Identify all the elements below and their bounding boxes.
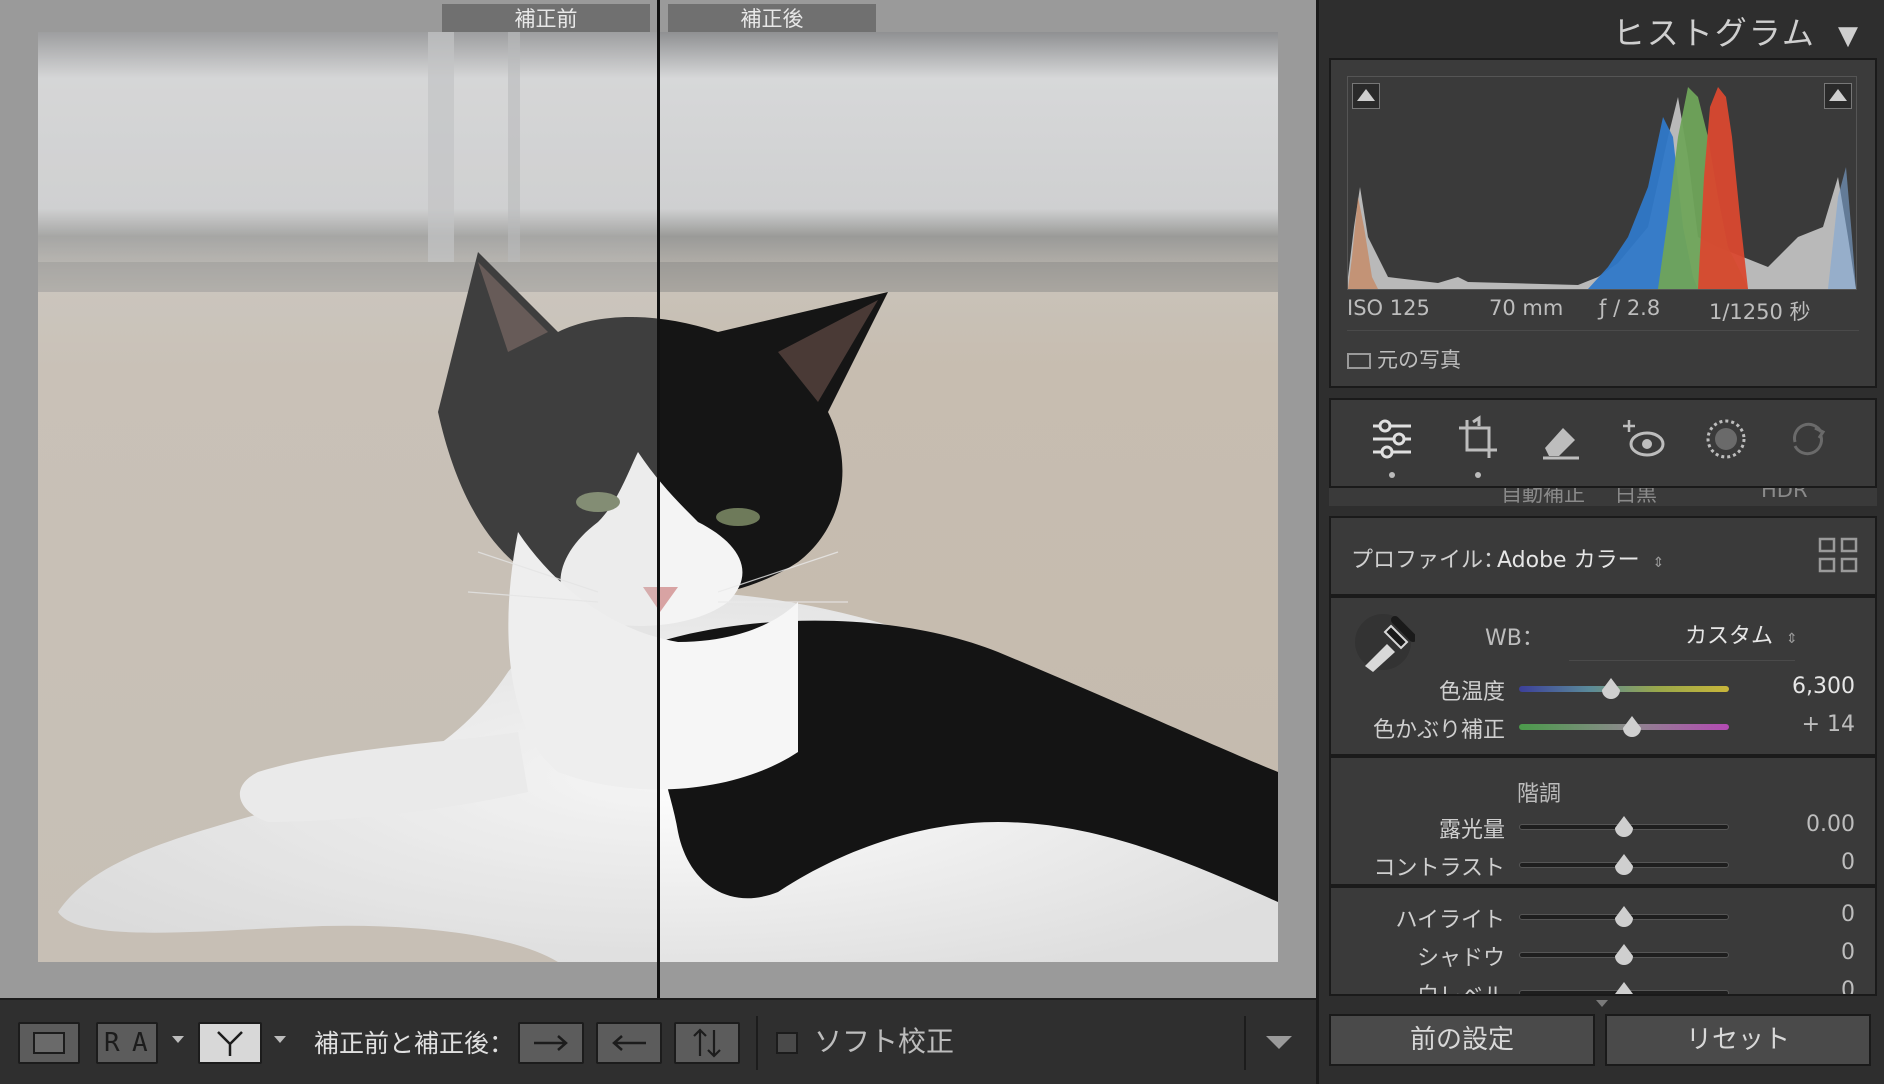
crop-edited-dot <box>1475 472 1481 478</box>
profile-select[interactable]: Adobe カラー ⇕ <box>1497 542 1664 574</box>
tone-section: 階調 露光量 0.00 コントラスト 0 <box>1329 756 1877 886</box>
hdr-button-partial[interactable]: HDR <box>1761 488 1808 502</box>
whites-label: 白レベル <box>1331 978 1505 994</box>
reset-button[interactable]: リセット <box>1605 1014 1871 1066</box>
shadows-slider-thumb[interactable] <box>1613 944 1635 968</box>
loupe-icon <box>33 1032 65 1054</box>
tint-label: 色かぶり補正 <box>1372 718 1505 743</box>
soft-proof-label: ソフト校正 <box>814 1025 955 1058</box>
original-photo-label: 元の写真 <box>1377 348 1461 372</box>
profile-value: Adobe カラー <box>1497 548 1640 573</box>
exposure-label: 露光量 <box>1438 818 1505 843</box>
exposure-value[interactable]: 0.00 <box>1806 812 1855 837</box>
bottom-toolbar: R A 補正前と補正後： ソフト校正 <box>0 998 1316 1084</box>
whites-value[interactable]: 0 <box>1841 978 1855 994</box>
exif-focal-length: 70 mm <box>1489 296 1564 320</box>
highlights-slider-thumb[interactable] <box>1613 906 1635 930</box>
reference-view-button[interactable]: R A <box>96 1022 158 1064</box>
temp-slider-thumb[interactable] <box>1600 678 1622 702</box>
healing-eraser-icon[interactable] <box>1535 414 1585 464</box>
before-after-divider[interactable] <box>657 0 660 998</box>
contrast-label: コントラスト <box>1373 856 1505 881</box>
split-y-icon <box>217 1031 243 1056</box>
highlight-clipping-button[interactable] <box>1824 83 1852 109</box>
shadows-value[interactable]: 0 <box>1841 940 1855 965</box>
swap-vertical-icon <box>693 1028 721 1058</box>
profile-browser-grid-icon[interactable] <box>1817 536 1859 576</box>
profile-stepper-icon: ⇕ <box>1652 555 1665 571</box>
highlight-clip-triangle-icon <box>1829 89 1847 101</box>
tint-value[interactable]: + 14 <box>1802 712 1855 737</box>
loupe-view-button[interactable] <box>18 1022 80 1064</box>
tint-slider-thumb[interactable] <box>1621 716 1643 740</box>
contrast-value[interactable]: 0 <box>1841 850 1855 875</box>
previous-settings-button[interactable]: 前の設定 <box>1329 1014 1595 1066</box>
temp-value[interactable]: 6,300 <box>1792 674 1855 699</box>
reference-letter-a: A <box>132 1028 148 1058</box>
histogram-panel: ISO 125 70 mm ƒ / 2.8 1/1250 秒 元の写真 <box>1329 58 1877 388</box>
tool-strip <box>1329 398 1877 488</box>
reference-letter-r: R <box>104 1028 120 1058</box>
treatment-buttons-row: 自動補正 白黒 HDR <box>1329 488 1877 506</box>
before-after-menu-caret-icon[interactable] <box>274 1036 286 1043</box>
red-eye-icon[interactable] <box>1619 414 1669 464</box>
after-label: 補正後 <box>668 4 876 34</box>
temp-label: 色温度 <box>1438 680 1505 705</box>
edit-sliders-icon[interactable] <box>1367 414 1417 464</box>
photo-view-area: 補正前 補正後 <box>0 0 1316 998</box>
copy-after-to-before-button[interactable] <box>596 1022 662 1064</box>
bw-button-partial[interactable]: 白黒 <box>1615 488 1657 506</box>
toolbar-divider <box>756 1016 758 1070</box>
arrow-left-icon <box>612 1035 646 1051</box>
arrow-right-icon <box>534 1035 568 1051</box>
preset-sync-icon[interactable] <box>1783 414 1833 464</box>
crop-icon[interactable] <box>1453 414 1503 464</box>
histogram-header[interactable]: ヒストグラム ▼ <box>1613 8 1860 54</box>
histogram-graph[interactable] <box>1347 76 1857 290</box>
before-after-label: 補正前と補正後： <box>314 1029 515 1058</box>
contrast-slider-thumb[interactable] <box>1613 854 1635 878</box>
collapse-triangle-icon[interactable]: ▼ <box>1838 21 1860 51</box>
swap-before-after-button[interactable] <box>674 1022 740 1064</box>
reference-menu-caret-icon[interactable] <box>172 1036 184 1043</box>
histogram-divider <box>1347 330 1859 331</box>
soft-proof-checkbox[interactable] <box>776 1032 798 1054</box>
white-balance-section: WB： カスタム ⇕ 色温度 6,300 色かぶり補正 + 14 <box>1329 596 1877 756</box>
shadow-clipping-button[interactable] <box>1352 83 1380 109</box>
wb-label: WB： <box>1485 626 1544 651</box>
profile-label: プロファイル： <box>1351 548 1506 573</box>
toolbar-options-chevron-icon[interactable] <box>1266 1036 1292 1049</box>
exif-aperture: ƒ / 2.8 <box>1599 296 1661 320</box>
wb-select[interactable]: カスタム ⇕ <box>1685 618 1798 650</box>
edit-active-dot <box>1389 472 1395 478</box>
wb-value: カスタム <box>1685 624 1774 649</box>
shadow-clip-triangle-icon <box>1357 89 1375 101</box>
before-label: 補正前 <box>442 4 650 34</box>
histogram-title: ヒストグラム <box>1612 14 1816 52</box>
toolbar-divider-right <box>1244 1016 1246 1070</box>
highlights-value[interactable]: 0 <box>1841 902 1855 927</box>
exif-iso: ISO 125 <box>1347 296 1430 320</box>
shadows-label: シャドウ <box>1416 946 1505 971</box>
highlights-shadows-section: ハイライト 0 シャドウ 0 白レベル 0 <box>1329 886 1877 996</box>
exposure-slider-thumb[interactable] <box>1613 816 1635 840</box>
histogram-svg <box>1348 87 1856 289</box>
mask-icon[interactable] <box>1701 414 1751 464</box>
copy-before-to-after-button[interactable] <box>518 1022 584 1064</box>
original-photo-checkbox[interactable] <box>1347 353 1371 369</box>
wb-divider <box>1569 660 1795 661</box>
develop-right-panel: ヒストグラム ▼ ISO 125 70 mm ƒ / 2.8 1/1250 秒 … <box>1316 0 1884 1084</box>
original-photo-toggle[interactable]: 元の写真 <box>1347 344 1461 374</box>
highlights-label: ハイライト <box>1395 908 1505 933</box>
tone-heading: 階調 <box>1517 782 1562 807</box>
scroll-more-caret-icon[interactable] <box>1596 1000 1608 1007</box>
wb-stepper-icon: ⇕ <box>1786 631 1798 647</box>
profile-section: プロファイル： Adobe カラー ⇕ <box>1329 516 1877 596</box>
eyedropper-icon[interactable] <box>1351 610 1415 674</box>
before-after-view-button[interactable] <box>198 1022 262 1064</box>
auto-button-partial[interactable]: 自動補正 <box>1501 488 1585 506</box>
whites-slider-thumb[interactable] <box>1613 982 1635 996</box>
exif-shutter: 1/1250 秒 <box>1709 300 1811 324</box>
temp-slider-track[interactable] <box>1519 686 1729 692</box>
